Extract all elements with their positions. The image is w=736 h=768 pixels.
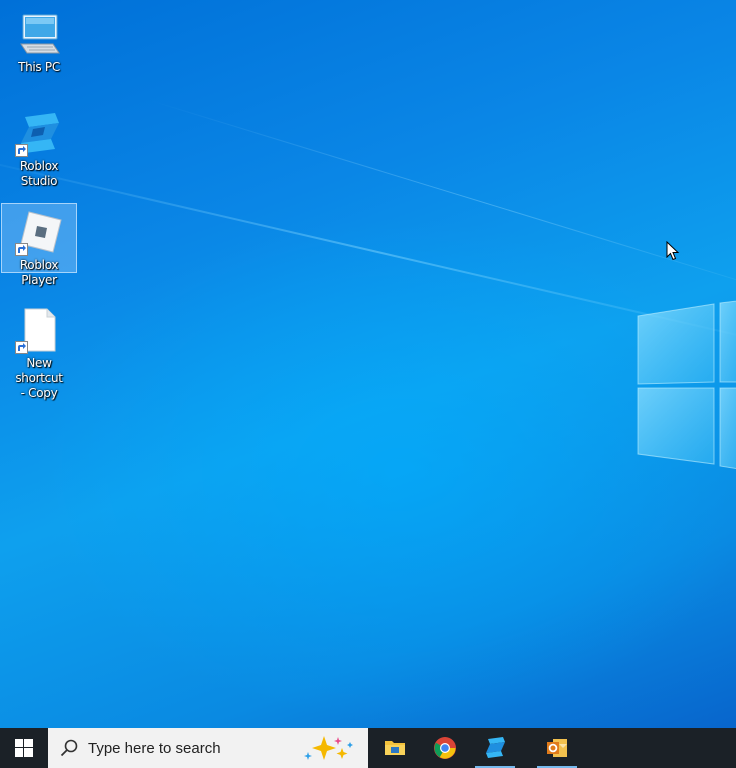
desktop-icon-roblox-player[interactable]: Roblox Player bbox=[1, 203, 77, 287]
outlook-icon bbox=[547, 739, 567, 757]
light-beam bbox=[0, 150, 736, 355]
shortcut-arrow-icon bbox=[15, 341, 28, 354]
taskbar-roblox-studio[interactable] bbox=[470, 728, 520, 768]
shortcut-arrow-icon bbox=[15, 243, 28, 256]
windows-logo-wallpaper bbox=[637, 300, 736, 469]
chrome-icon bbox=[434, 737, 456, 759]
copilot-sparkle-icon[interactable] bbox=[300, 734, 360, 762]
desktop-wallpaper[interactable]: This PC Roblox Studio Roblox Player New … bbox=[0, 0, 736, 728]
desktop-icon-label: Roblox Studio bbox=[19, 159, 59, 188]
search-placeholder: Type here to search bbox=[88, 739, 221, 757]
taskbar-file-explorer[interactable] bbox=[370, 728, 420, 768]
desktop-icon-label: This PC bbox=[18, 60, 60, 74]
search-icon bbox=[60, 739, 78, 757]
desktop-icon-this-pc[interactable]: This PC bbox=[1, 6, 77, 75]
taskbar: Type here to search bbox=[0, 728, 736, 768]
blank-file-icon bbox=[15, 306, 63, 354]
desktop-icon-label: New shortcut - Copy bbox=[15, 356, 63, 400]
taskbar-chrome[interactable] bbox=[420, 728, 470, 768]
search-input[interactable]: Type here to search bbox=[48, 728, 368, 768]
file-explorer-icon bbox=[385, 741, 405, 755]
taskbar-outlook[interactable] bbox=[532, 728, 582, 768]
desktop-icon-label: Roblox Player bbox=[19, 258, 59, 287]
shortcut-arrow-icon bbox=[15, 144, 28, 157]
mouse-cursor-icon bbox=[666, 241, 680, 261]
roblox-player-icon bbox=[15, 208, 63, 256]
windows-logo-icon bbox=[15, 739, 33, 757]
start-button[interactable] bbox=[0, 728, 48, 768]
roblox-studio-icon bbox=[486, 737, 505, 758]
roblox-studio-icon bbox=[15, 109, 63, 157]
light-beam bbox=[149, 100, 736, 306]
desktop-icon-roblox-studio[interactable]: Roblox Studio bbox=[1, 105, 77, 189]
computer-icon bbox=[15, 10, 63, 58]
desktop-icon-new-shortcut-copy[interactable]: New shortcut - Copy bbox=[1, 302, 77, 401]
